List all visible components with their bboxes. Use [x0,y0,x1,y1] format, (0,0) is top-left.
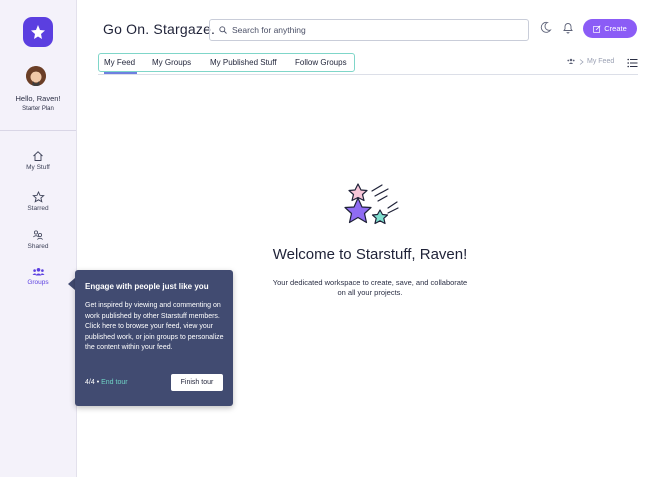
end-tour-link[interactable]: End tour [101,379,127,386]
tab-my-published-stuff[interactable]: My Published Stuff [210,58,277,67]
search-bar[interactable] [209,19,529,41]
chevron-right-icon [579,58,584,65]
sidebar-item-label: Groups [27,279,49,286]
feed-tabs: My Feed My Groups My Published Stuff Fol… [98,53,355,72]
user-plan: Starter Plan [22,106,54,112]
sidebar-item-shared[interactable]: Shared [0,229,76,250]
finish-tour-button[interactable]: Finish tour [171,374,223,391]
tour-title: Engage with people just like you [85,282,209,291]
tour-body: Get inspired by viewing and commenting o… [85,302,224,352]
logo-star-icon [31,25,45,39]
tour-step-count: 4/4 [85,379,95,386]
user-greeting: Hello, Raven! [15,94,61,103]
tour-tooltip: Engage with people just like you Get ins… [75,270,233,406]
header-divider [98,74,638,75]
starstuff-logo[interactable] [23,17,53,47]
sidebar-item-label: Starred [27,205,49,212]
edit-icon [593,24,601,33]
sidebar-item-starred[interactable]: Starred [0,191,76,212]
sidebar-item-label: My Stuff [26,164,50,171]
avatar[interactable] [26,66,46,86]
star-icon [31,191,45,203]
tour-step-separator: • [96,379,100,386]
groups-icon [567,58,575,64]
breadcrumb: My Feed [566,58,614,65]
tour-step-indicator: 4/4 • End tour [85,379,128,386]
tab-follow-groups[interactable]: Follow Groups [295,58,347,67]
groups-icon [32,268,44,276]
welcome-description: Your dedicated workspace to create, save… [272,278,468,297]
sidebar-divider [0,130,76,131]
tab-my-feed[interactable]: My Feed [104,58,135,67]
sidebar: Hello, Raven! Starter Plan My Stuff Star… [0,0,77,477]
home-icon [33,151,43,161]
breadcrumb-current: My Feed [587,58,615,65]
create-button-label: Create [604,24,627,33]
shared-users-icon [33,230,43,240]
welcome-heading: Welcome to Starstuff, Raven! [272,246,468,263]
sidebar-item-groups[interactable]: Groups [0,267,76,286]
sidebar-item-my-stuff[interactable]: My Stuff [0,150,76,171]
sidebar-item-label: Shared [27,243,49,250]
tooltip-pointer [68,278,75,290]
notifications-bell-icon[interactable] [562,21,574,34]
shooting-stars-illustration-icon [344,183,399,225]
search-input[interactable] [232,23,522,37]
app-title: Go On. Stargaze. [103,21,216,37]
list-view-icon[interactable] [627,58,638,68]
tab-my-groups[interactable]: My Groups [152,58,191,67]
search-icon [219,26,227,34]
dark-mode-moon-icon[interactable] [539,21,552,34]
create-button[interactable]: Create [583,19,637,38]
